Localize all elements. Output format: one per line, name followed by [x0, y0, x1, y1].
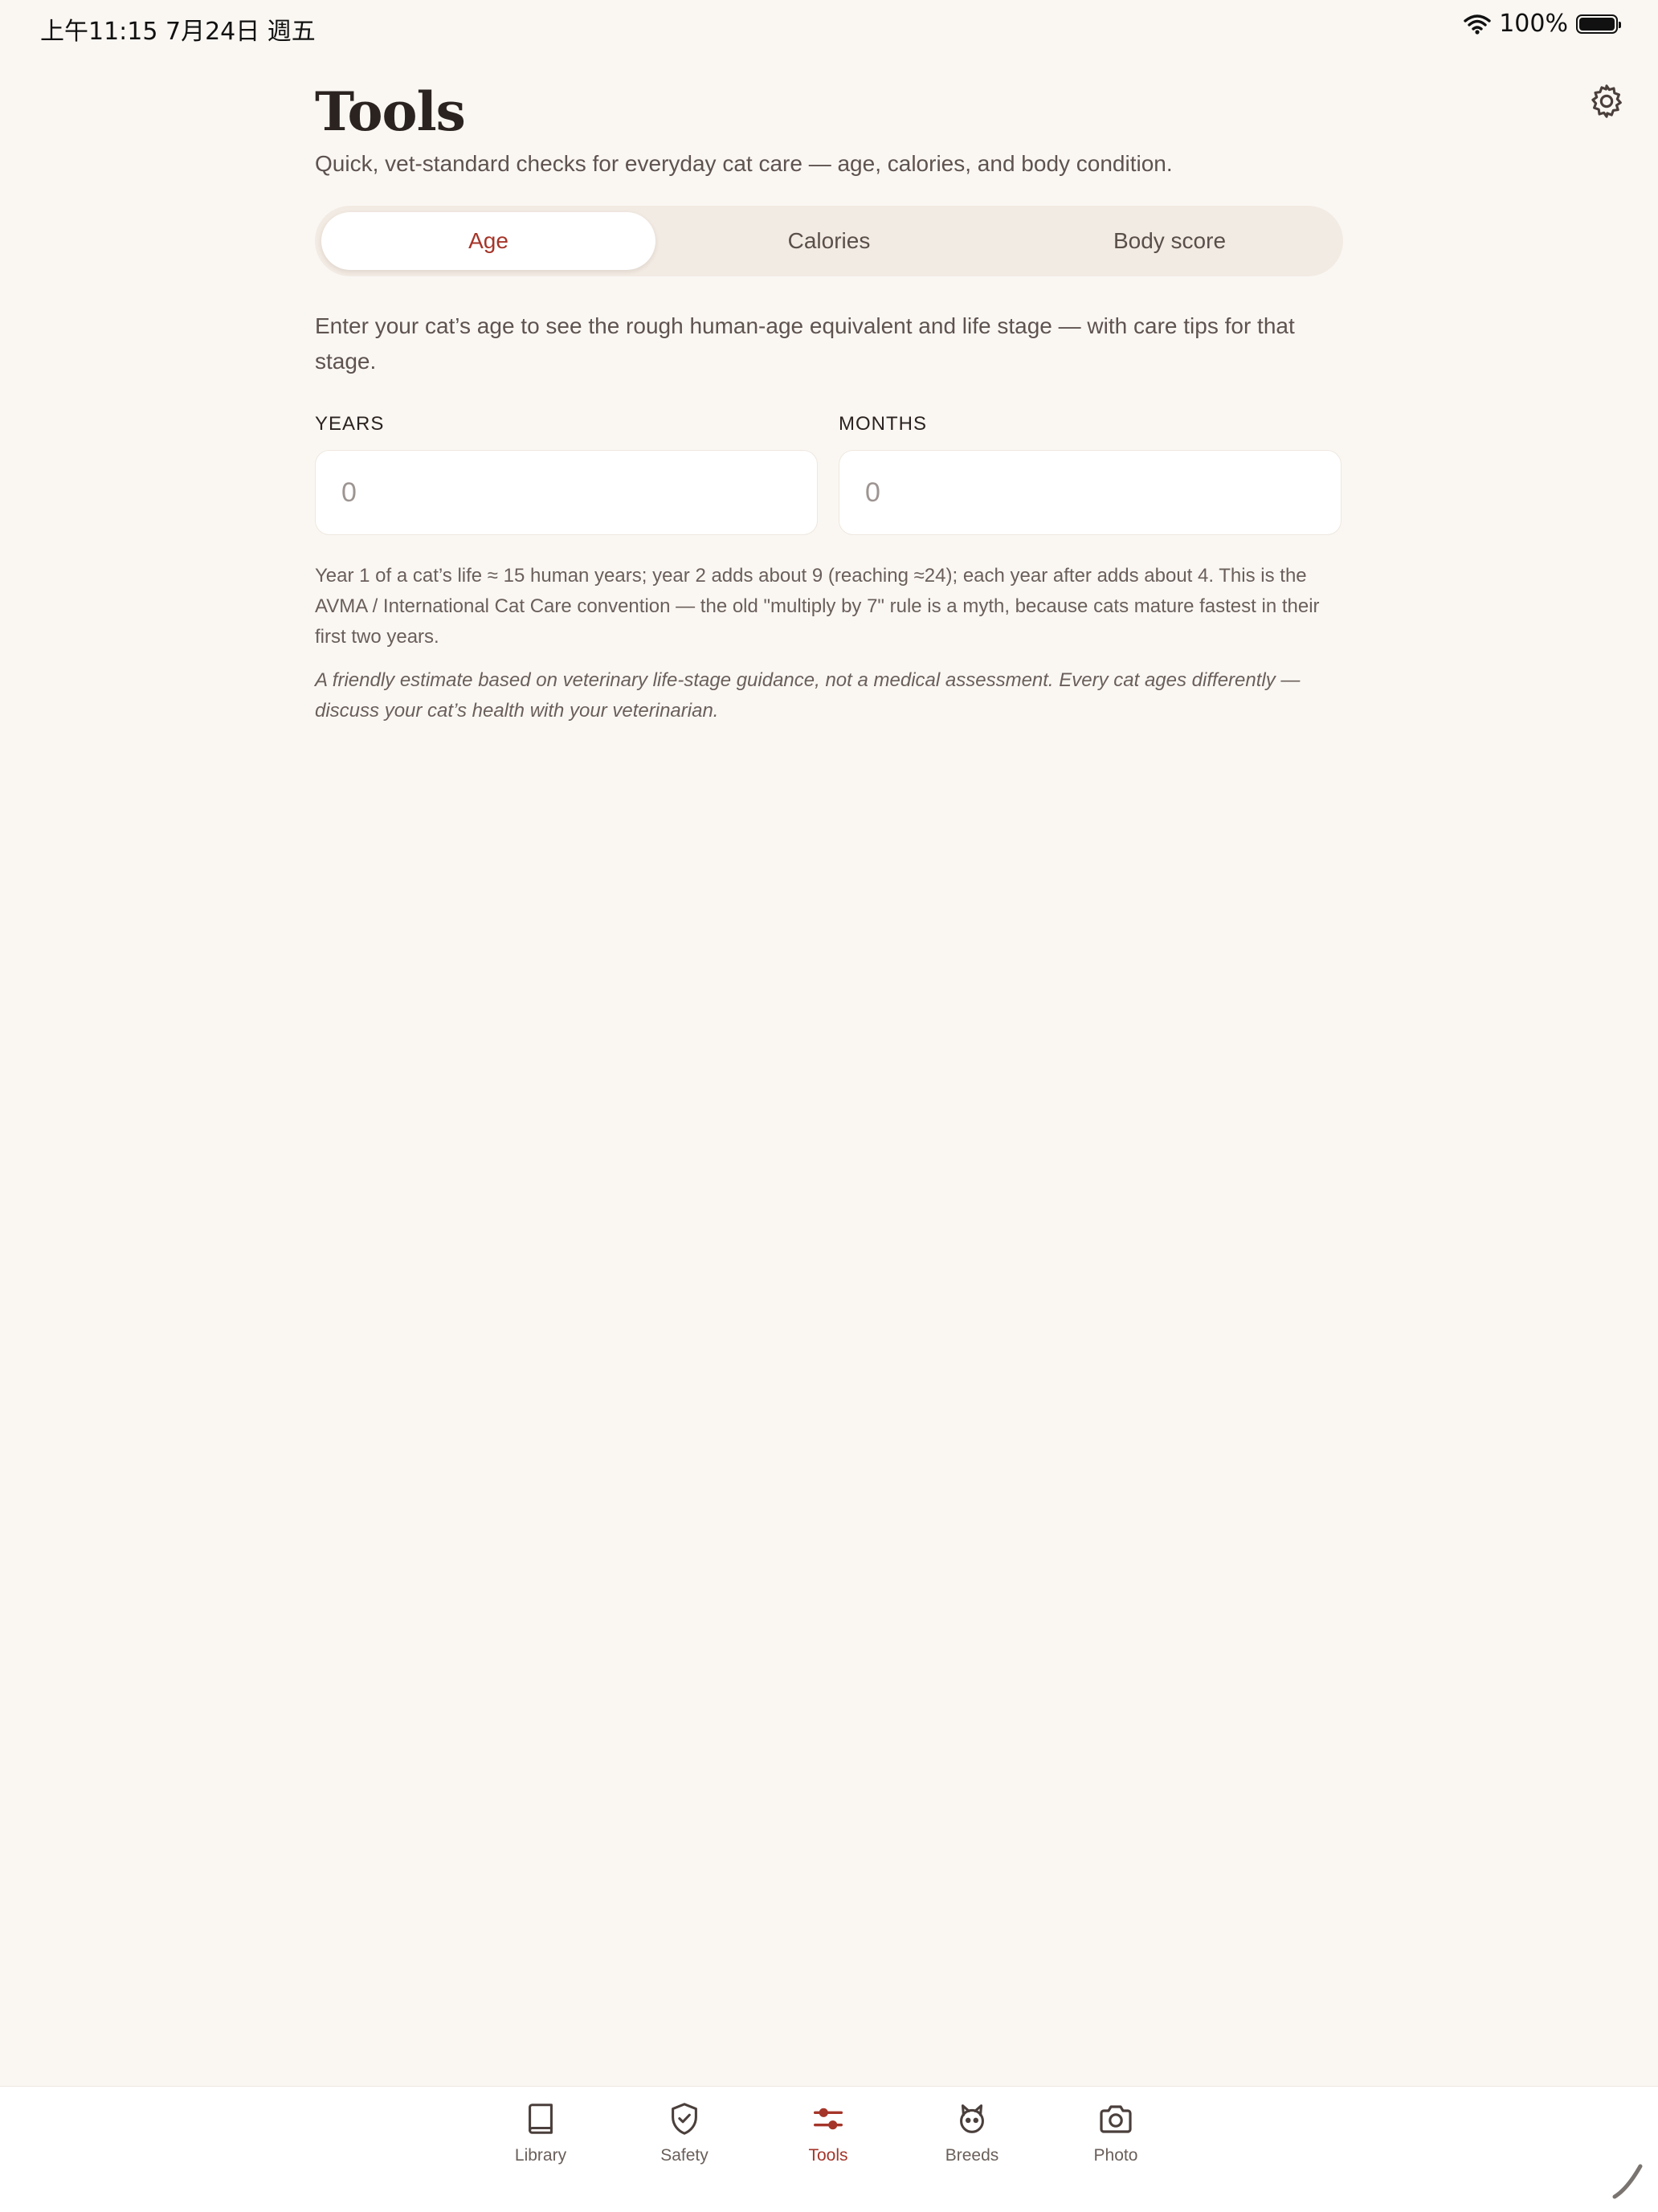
status-time: 上午11:15 7月24日 週五 — [40, 18, 316, 46]
tab-calories[interactable]: Calories — [662, 212, 996, 270]
years-label: YEARS — [315, 413, 385, 435]
nav-photo[interactable]: Photo — [1056, 2098, 1176, 2165]
shield-check-icon — [664, 2098, 705, 2140]
camera-icon — [1095, 2098, 1137, 2140]
nav-breeds-label: Breeds — [945, 2146, 999, 2165]
sliders-icon — [807, 2098, 849, 2140]
months-input[interactable] — [839, 451, 1341, 534]
cat-face-icon — [951, 2098, 993, 2140]
age-explanation: Year 1 of a cat’s life ≈ 15 human years;… — [315, 565, 1320, 648]
nav-breeds[interactable]: Breeds — [912, 2098, 1032, 2165]
nav-safety[interactable]: Safety — [624, 2098, 745, 2165]
wifi-icon — [1464, 14, 1491, 35]
months-label: MONTHS — [839, 413, 927, 435]
tool-tabs: Age Calories Body score — [315, 206, 1343, 276]
nav-library[interactable]: Library — [480, 2098, 601, 2165]
years-input[interactable] — [316, 451, 817, 534]
status-bar: 上午11:15 7月24日 週五 100% — [0, 0, 1658, 51]
battery-icon — [1576, 14, 1621, 34]
bottom-tab-bar: Library Safety Tools Breeds Photo — [0, 2086, 1658, 2212]
page-subtitle: Quick, vet-standard checks for everyday … — [315, 151, 1173, 176]
months-field-box — [839, 450, 1342, 535]
nav-safety-label: Safety — [660, 2146, 709, 2165]
pencil-hover-indicator — [1612, 2164, 1643, 2199]
age-disclaimer: A friendly estimate based on veterinary … — [315, 669, 1301, 722]
nav-photo-label: Photo — [1093, 2146, 1138, 2165]
age-tool-intro: Enter your cat’s age to see the rough hu… — [315, 313, 1295, 374]
nav-tools[interactable]: Tools — [768, 2098, 888, 2165]
years-field-box — [315, 450, 818, 535]
nav-library-label: Library — [514, 2146, 567, 2165]
tab-age[interactable]: Age — [321, 212, 655, 270]
settings-button[interactable] — [1584, 79, 1629, 124]
gear-icon — [1591, 84, 1622, 118]
battery-percent: 100% — [1499, 10, 1568, 38]
nav-tools-label: Tools — [808, 2146, 848, 2165]
book-icon — [520, 2098, 562, 2140]
tab-body-score[interactable]: Body score — [1003, 212, 1337, 270]
page-title: Tools — [315, 80, 466, 143]
status-indicators: 100% — [1464, 10, 1621, 38]
